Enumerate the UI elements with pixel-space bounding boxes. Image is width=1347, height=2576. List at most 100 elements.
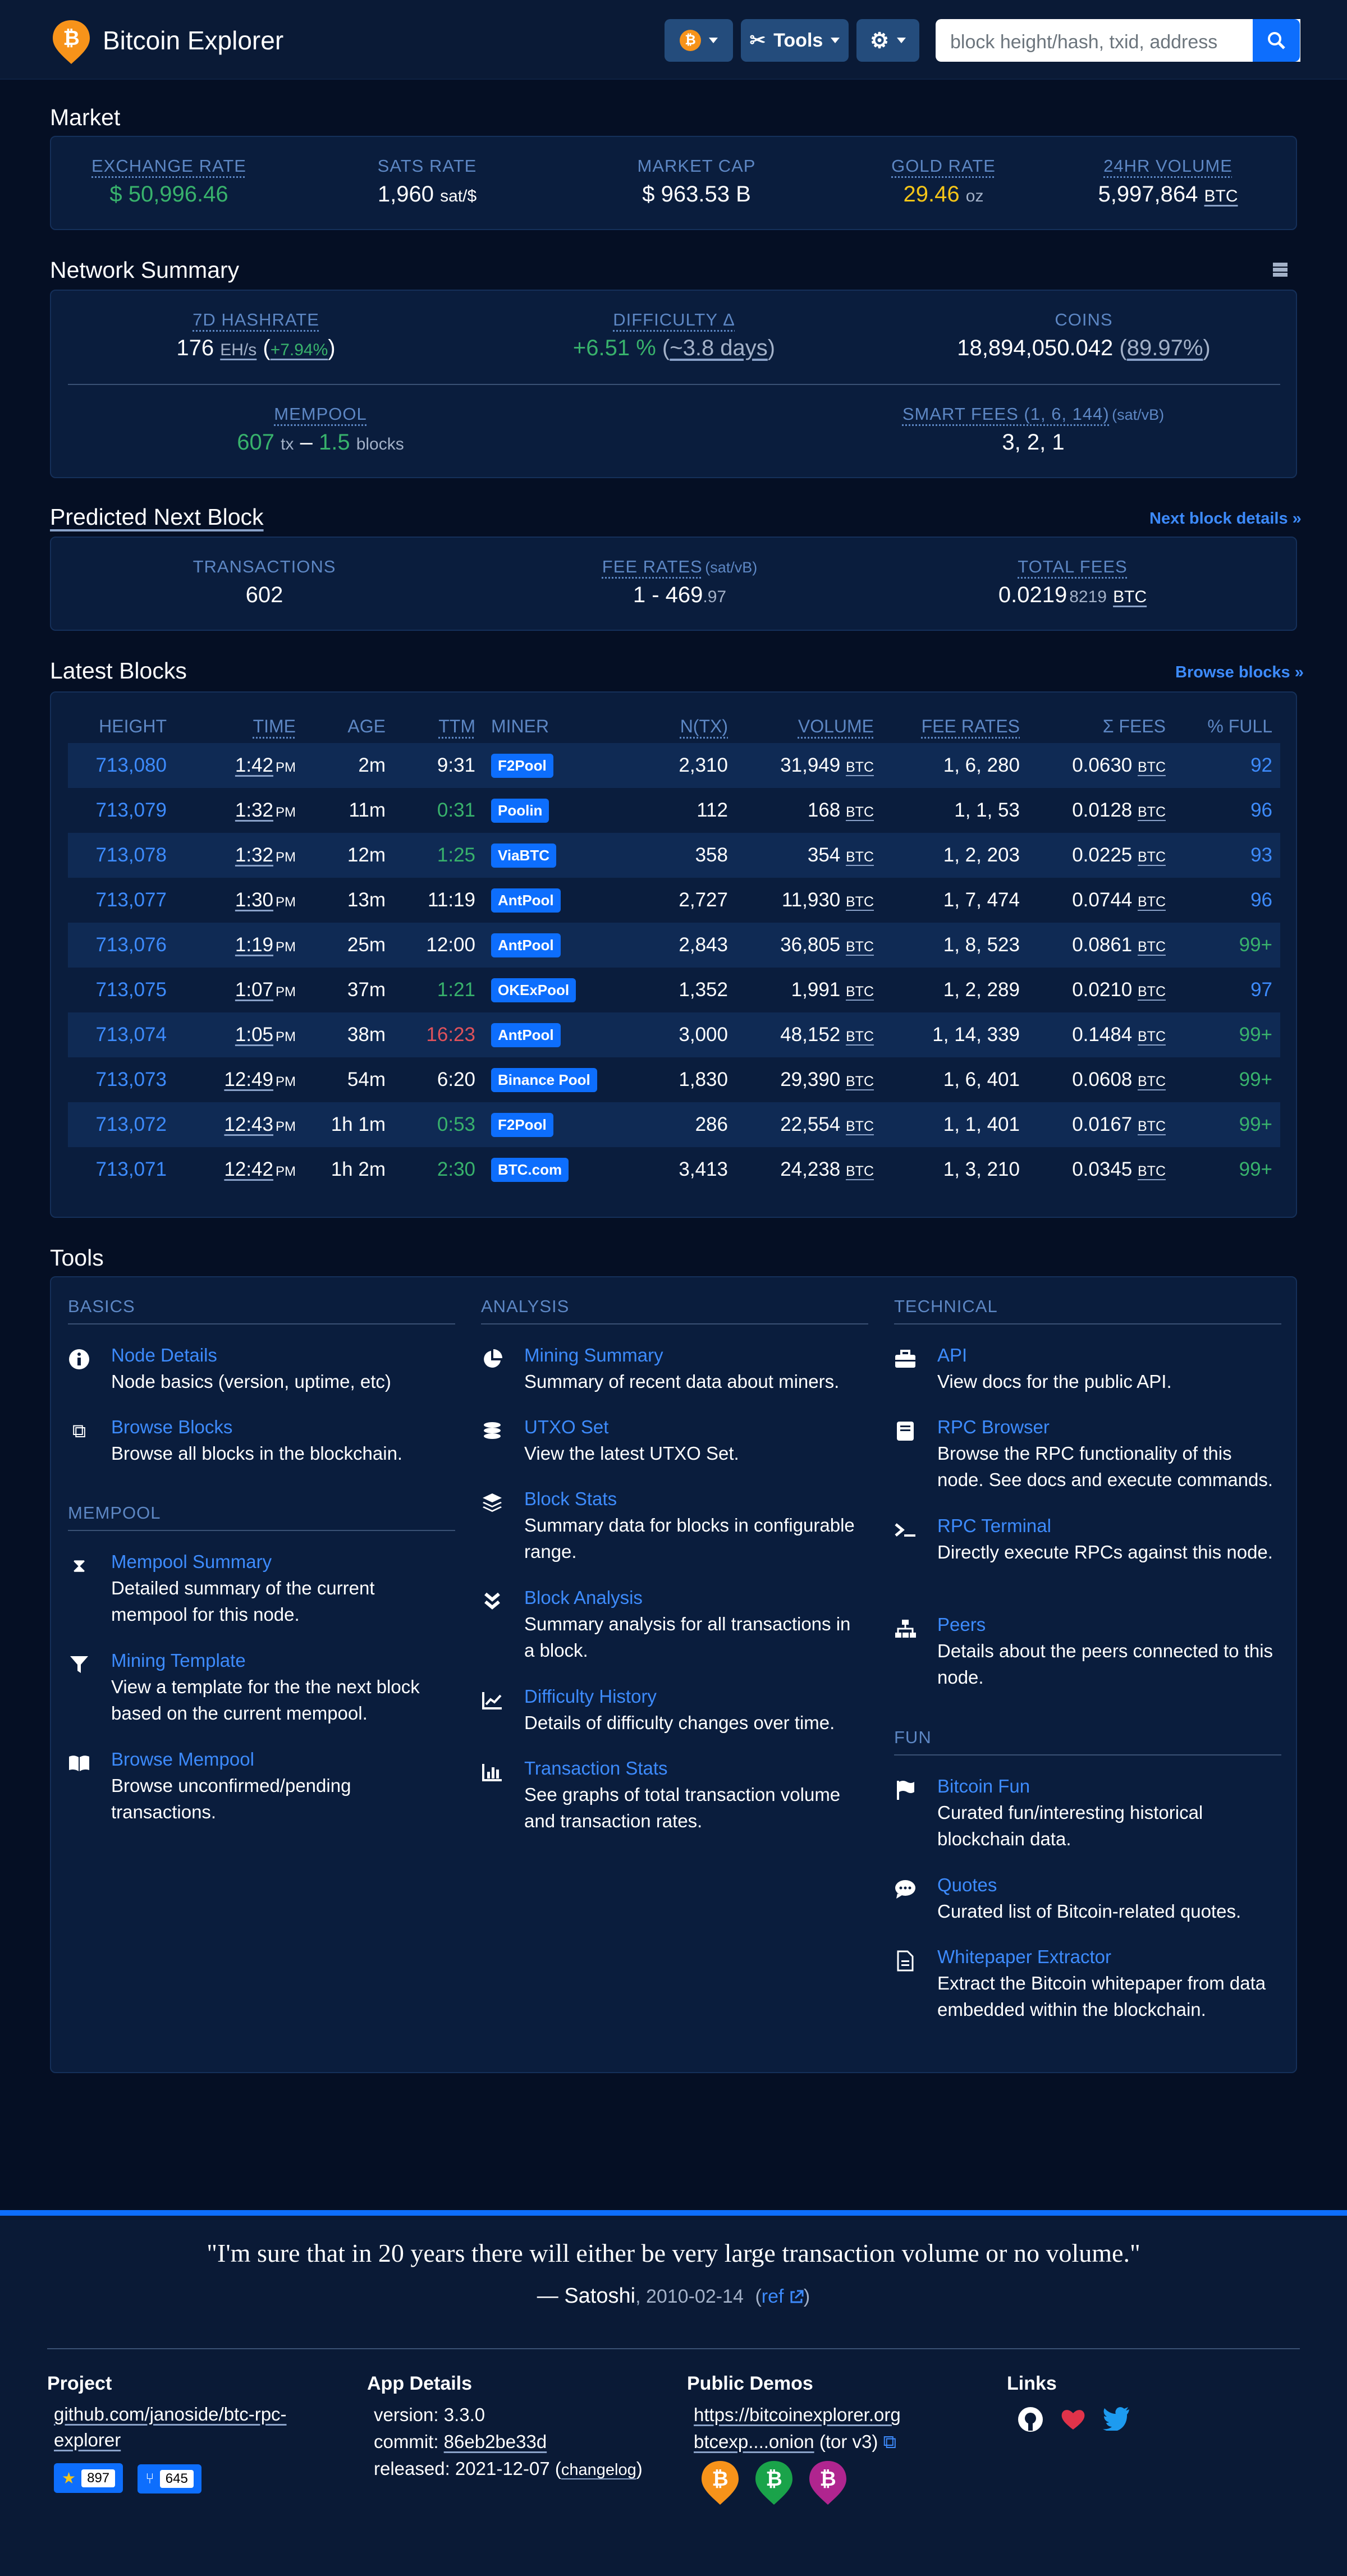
bitcoin-logo-icon[interactable]: ₿: [52, 19, 91, 65]
table-row[interactable]: 713,080 1:42 PM 2m 9:31 F2Pool 2,310 31,949 BTC…: [68, 743, 1280, 788]
tools-dropdown[interactable]: ✂ Tools: [741, 19, 849, 62]
table-row[interactable]: 713,074 1:05 PM 38m 16:23 AntPool 3,000 48,152 …: [68, 1012, 1280, 1057]
gold-rate-label[interactable]: GOLD RATE: [859, 156, 1028, 176]
miner-badge[interactable]: BTC.com: [491, 1158, 569, 1182]
col-ttm[interactable]: TTM: [393, 709, 483, 743]
tool-mempool-summary-name[interactable]: Mempool Summary: [111, 1551, 450, 1573]
block-height-link[interactable]: 713,078: [68, 833, 175, 878]
server-icon[interactable]: [1272, 262, 1289, 278]
table-row[interactable]: 713,078 1:32 PM 12m 1:25 ViaBTC 358 354 BTC 1, 2…: [68, 833, 1280, 878]
twitter-icon[interactable]: [1102, 2406, 1130, 2431]
tool-whitepaper[interactable]: Whitepaper Extractor Extract the Bitcoin…: [894, 1946, 1276, 2023]
tool-bitcoin-fun-name[interactable]: Bitcoin Fun: [937, 1776, 1276, 1797]
tool-browse-mempool-name[interactable]: Browse Mempool: [111, 1749, 450, 1770]
mempool-label[interactable]: MEMPOOL: [197, 404, 444, 424]
external-link-icon[interactable]: [789, 2290, 804, 2304]
col-time[interactable]: TIME: [175, 709, 304, 743]
next-block-details-link[interactable]: Next block details »: [1149, 510, 1302, 528]
miner-badge[interactable]: F2Pool: [491, 1113, 553, 1137]
tool-block-stats[interactable]: Block Stats Summary data for blocks in c…: [481, 1488, 863, 1565]
tool-utxo-set[interactable]: UTXO Set View the latest UTXO Set.: [481, 1417, 863, 1466]
miner-badge[interactable]: Binance Pool: [491, 1068, 597, 1092]
exchange-rate-label[interactable]: EXCHANGE RATE: [85, 156, 253, 176]
block-height-link[interactable]: 713,073: [68, 1057, 175, 1102]
tool-difficulty-history[interactable]: Difficulty History Details of difficulty…: [481, 1686, 863, 1736]
miner-badge[interactable]: AntPool: [491, 888, 561, 913]
col-ntx[interactable]: N(TX): [657, 709, 736, 743]
col-volume[interactable]: VOLUME: [736, 709, 882, 743]
col-fee-rates[interactable]: FEE RATES: [882, 709, 1028, 743]
tool-difficulty-history-name[interactable]: Difficulty History: [524, 1686, 863, 1707]
miner-badge[interactable]: F2Pool: [491, 754, 553, 778]
miner-badge[interactable]: OKExPool: [491, 978, 576, 1002]
total-fees-label[interactable]: TOTAL FEES: [960, 557, 1185, 577]
project-repo-link[interactable]: github.com/janoside/btc-rpc-explorer: [54, 2401, 339, 2453]
tool-quotes-name[interactable]: Quotes: [937, 1874, 1276, 1896]
table-row[interactable]: 713,073 12:49 PM 54m 6:20 Binance Pool 1,830 29…: [68, 1057, 1280, 1102]
block-height-link[interactable]: 713,072: [68, 1102, 175, 1147]
block-height-link[interactable]: 713,076: [68, 923, 175, 968]
tool-browse-blocks-name[interactable]: Browse Blocks: [111, 1417, 450, 1438]
block-height-link[interactable]: 713,071: [68, 1147, 175, 1192]
table-row[interactable]: 713,071 12:42 PM 1h 2m 2:30 BTC.com 3,413 24,23…: [68, 1147, 1280, 1192]
commit-link[interactable]: 86eb2be33d: [444, 2431, 547, 2452]
signet-demo-icon[interactable]: ₿: [808, 2460, 847, 2506]
table-row[interactable]: 713,076 1:19 PM 25m 12:00 AntPool 2,843 36,805 …: [68, 923, 1280, 968]
settings-dropdown[interactable]: ⚙: [856, 19, 919, 62]
tool-rpc-terminal-name[interactable]: RPC Terminal: [937, 1515, 1276, 1537]
tool-whitepaper-name[interactable]: Whitepaper Extractor: [937, 1946, 1276, 1968]
github-stars-button[interactable]: ★ 897: [54, 2463, 123, 2493]
tool-quotes[interactable]: Quotes Curated list of Bitcoin-related q…: [894, 1874, 1276, 1924]
block-height-link[interactable]: 713,075: [68, 968, 175, 1012]
tool-block-stats-name[interactable]: Block Stats: [524, 1488, 863, 1510]
block-height-link[interactable]: 713,079: [68, 788, 175, 833]
demo-onion-link[interactable]: btcexp....onion: [694, 2431, 814, 2452]
table-row[interactable]: 713,072 12:43 PM 1h 1m 0:53 F2Pool 286 22,554 B…: [68, 1102, 1280, 1147]
block-height-link[interactable]: 713,080: [68, 743, 175, 788]
tool-mining-template-name[interactable]: Mining Template: [111, 1650, 450, 1671]
table-row[interactable]: 713,077 1:30 PM 13m 11:19 AntPool 2,727 11,930 …: [68, 878, 1280, 923]
smart-fees-label[interactable]: SMART FEES (1, 6, 144): [902, 404, 1110, 424]
difficulty-label[interactable]: DIFFICULTY Δ: [556, 310, 792, 330]
tool-browse-blocks[interactable]: ⧉ Browse Blocks Browse all blocks in the…: [68, 1417, 450, 1466]
miner-badge[interactable]: AntPool: [491, 933, 561, 957]
currency-dropdown[interactable]: ₿: [665, 19, 733, 62]
search-button[interactable]: [1253, 19, 1300, 62]
search-input[interactable]: block height/hash, txid, address: [936, 19, 1300, 62]
table-row[interactable]: 713,075 1:07 PM 37m 1:21 OKExPool 1,352 1,991 B…: [68, 968, 1280, 1012]
tool-bitcoin-fun[interactable]: Bitcoin Fun Curated fun/interesting hist…: [894, 1776, 1276, 1852]
hashrate-label[interactable]: 7D HASHRATE: [135, 310, 377, 330]
tool-mining-summary-name[interactable]: Mining Summary: [524, 1345, 863, 1366]
tool-block-analysis[interactable]: Block Analysis Summary analysis for all …: [481, 1587, 863, 1663]
github-forks-button[interactable]: ⑂ 645: [138, 2464, 201, 2494]
tool-mining-summary[interactable]: Mining Summary Summary of recent data ab…: [481, 1345, 863, 1395]
tool-rpc-browser-name[interactable]: RPC Browser: [937, 1417, 1276, 1438]
changelog-link[interactable]: changelog: [561, 2461, 636, 2479]
miner-badge[interactable]: Poolin: [491, 799, 549, 823]
miner-badge[interactable]: ViaBTC: [491, 844, 556, 868]
tool-node-details[interactable]: Node Details Node basics (version, uptim…: [68, 1345, 450, 1395]
fee-rates-label[interactable]: FEE RATES: [602, 557, 703, 576]
tool-browse-mempool[interactable]: Browse Mempool Browse unconfirmed/pendin…: [68, 1749, 450, 1825]
testnet-demo-icon[interactable]: ₿: [754, 2460, 794, 2506]
predicted-block-heading[interactable]: Predicted Next Block: [50, 504, 264, 530]
tool-transaction-stats[interactable]: Transaction Stats See graphs of total tr…: [481, 1758, 863, 1834]
tool-mining-template[interactable]: Mining Template View a template for the …: [68, 1650, 450, 1726]
heart-icon[interactable]: [1060, 2406, 1087, 2433]
tool-mempool-summary[interactable]: ⧗ Mempool Summary Detailed summary of th…: [68, 1551, 450, 1628]
miner-badge[interactable]: AntPool: [491, 1023, 561, 1047]
tool-rpc-browser[interactable]: RPC Browser Browse the RPC functionality…: [894, 1417, 1276, 1493]
block-height-link[interactable]: 713,074: [68, 1012, 175, 1057]
tool-transaction-stats-name[interactable]: Transaction Stats: [524, 1758, 863, 1779]
github-icon[interactable]: [1017, 2406, 1044, 2433]
brand-title[interactable]: Bitcoin Explorer: [103, 25, 283, 56]
browse-blocks-link[interactable]: Browse blocks »: [1175, 663, 1304, 682]
quote-ref-link[interactable]: ref: [762, 2286, 784, 2307]
table-row[interactable]: 713,079 1:32 PM 11m 0:31 Poolin 112 168 BTC 1, 1…: [68, 788, 1280, 833]
tool-peers[interactable]: Peers Details about the peers connected …: [894, 1614, 1276, 1690]
volume-label[interactable]: 24HR VOLUME: [1084, 156, 1252, 176]
block-height-link[interactable]: 713,077: [68, 878, 175, 923]
bitcoin-demo-icon[interactable]: ₿: [700, 2460, 740, 2506]
copy-icon[interactable]: ⧉: [883, 2431, 897, 2452]
tool-utxo-set-name[interactable]: UTXO Set: [524, 1417, 863, 1438]
